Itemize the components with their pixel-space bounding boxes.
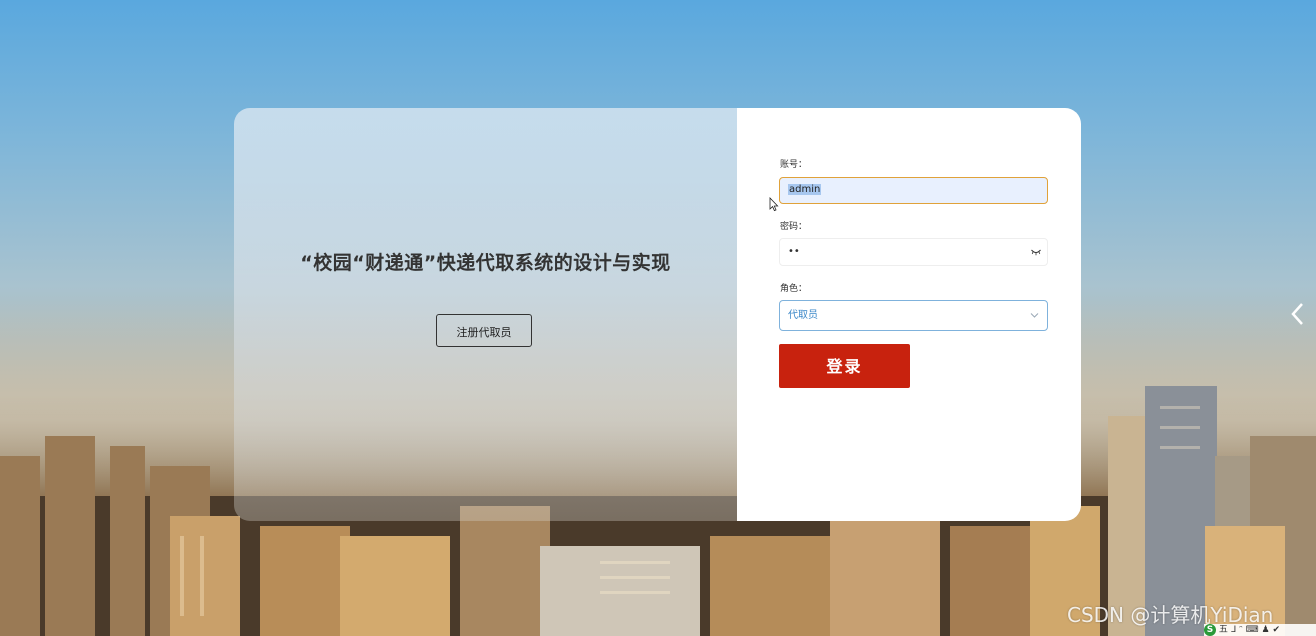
ime-status: 五 ᒧ ᵔ ⌨ ♟ ✔ (1218, 625, 1280, 635)
role-value: 代取员 (788, 310, 818, 321)
password-value: •• (788, 246, 800, 257)
system-title: “校园“财递通”快递代取系统的设计与实现 (300, 252, 671, 274)
ime-toolbar: S 五 ᒧ ᵔ ⌨ ♟ ✔ (1204, 624, 1316, 636)
mouse-cursor-icon (769, 197, 779, 212)
ime-logo-icon: S (1204, 624, 1216, 636)
password-field[interactable]: •• (779, 238, 1048, 266)
login-card: “校园“财递通”快递代取系统的设计与实现 注册代取员 账号： admin 密码：… (234, 108, 1081, 521)
username-field[interactable]: admin (779, 177, 1048, 204)
password-label: 密码： (780, 222, 808, 232)
username-value: admin (788, 184, 822, 195)
chevron-left-icon[interactable] (1290, 302, 1306, 326)
register-courier-button[interactable]: 注册代取员 (436, 314, 532, 347)
role-select[interactable]: 代取员 (779, 300, 1048, 331)
eye-closed-icon[interactable] (1031, 248, 1041, 256)
username-label: 账号： (780, 160, 808, 170)
login-button[interactable]: 登录 (779, 344, 910, 388)
card-left-panel: “校园“财递通”快递代取系统的设计与实现 注册代取员 (234, 108, 737, 521)
chevron-down-icon (1030, 313, 1039, 318)
role-label: 角色： (780, 284, 808, 294)
login-form: 账号： admin 密码： •• 角色： 代取员 登录 (737, 108, 1081, 521)
